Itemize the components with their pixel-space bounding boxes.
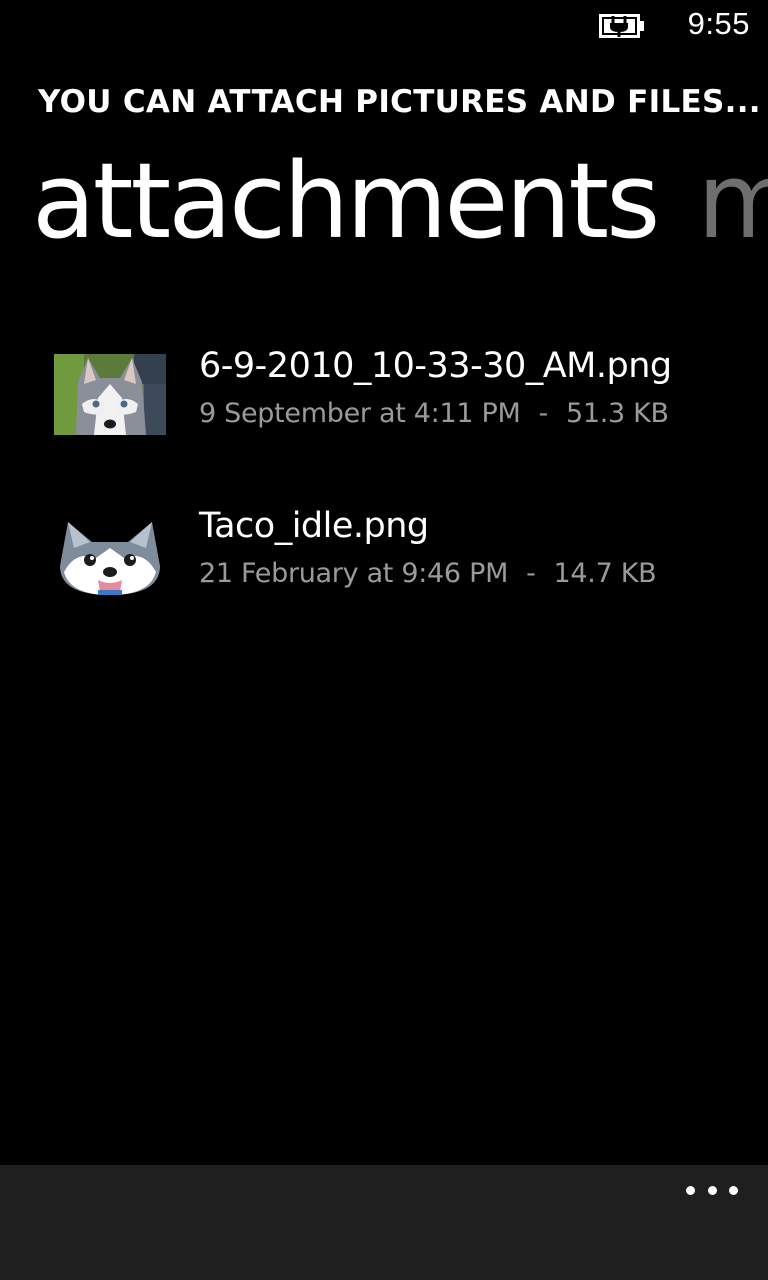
meta-separator: -	[526, 558, 536, 589]
app-title: YOU CAN ATTACH PICTURES AND FILES...	[38, 84, 761, 120]
ellipsis-dot	[729, 1185, 738, 1195]
ellipsis-icon[interactable]	[682, 1175, 742, 1205]
pivot-item-attachments[interactable]: attachments	[32, 136, 660, 266]
file-date: 21 February at 9:46 PM	[199, 558, 509, 589]
pivot-item-next[interactable]: m	[697, 136, 768, 266]
status-bar: 9:55	[0, 0, 768, 52]
file-name: Taco_idle.png	[199, 506, 429, 546]
list-item[interactable]: 6-9-2010_10-33-30_AM.png 9 September at …	[54, 340, 754, 436]
husky-cartoon-thumbnail	[54, 514, 166, 595]
status-time: 9:55	[687, 6, 750, 41]
file-size: 14.7 KB	[553, 558, 657, 589]
file-meta: 21 February at 9:46 PM -14.7 KB	[199, 558, 657, 589]
battery-charging-icon	[599, 14, 644, 38]
application-bar	[0, 1165, 768, 1280]
file-meta: 9 September at 4:11 PM -51.3 KB	[199, 398, 669, 429]
pivot-headers: attachments m	[32, 136, 768, 266]
ellipsis-dot	[707, 1185, 717, 1195]
ellipsis-dot	[686, 1185, 695, 1195]
file-size: 51.3 KB	[565, 398, 669, 429]
meta-separator: -	[538, 398, 549, 429]
file-name: 6-9-2010_10-33-30_AM.png	[199, 346, 672, 386]
list-item[interactable]: Taco_idle.png 21 February at 9:46 PM -14.…	[54, 500, 754, 596]
file-date: 9 September at 4:11 PM	[199, 398, 521, 429]
husky-photo-thumbnail	[54, 354, 166, 435]
